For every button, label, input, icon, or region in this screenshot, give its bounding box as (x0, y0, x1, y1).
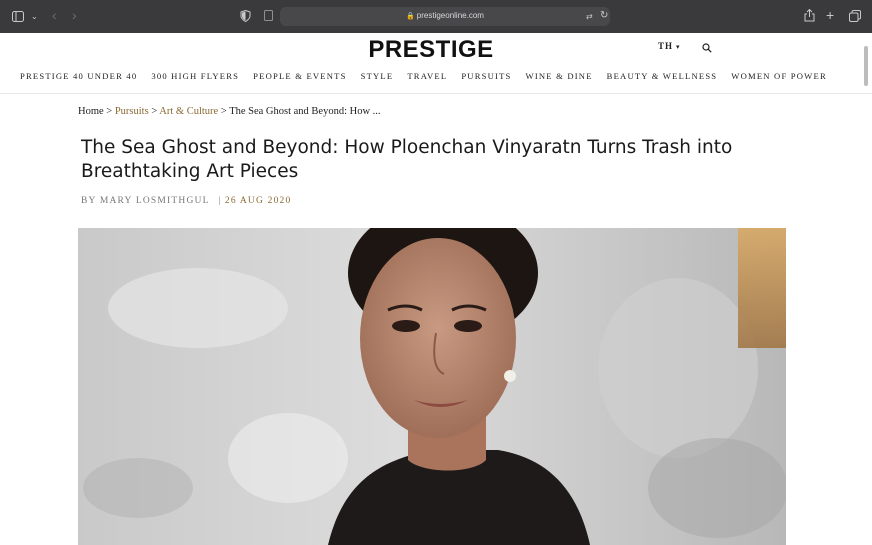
chevron-right-icon[interactable]: › (72, 8, 77, 22)
hero-image (78, 228, 786, 545)
breadcrumb-separator: > (103, 106, 115, 117)
plus-icon[interactable]: + (826, 8, 834, 22)
reload-icon[interactable]: ↻ (600, 10, 608, 22)
page-scrollbar[interactable] (864, 46, 868, 86)
nav-item-40-under-40[interactable]: PRESTIGE 40 UNDER 40 (20, 71, 137, 81)
tabs-overview-icon[interactable] (849, 10, 861, 24)
chevron-left-icon[interactable]: ‹ (52, 8, 57, 22)
nav-item-women-of-power[interactable]: WOMEN OF POWER (731, 71, 827, 81)
page-icon[interactable] (264, 10, 273, 23)
breadcrumb-current: The Sea Ghost and Beyond: How ... (229, 106, 381, 117)
breadcrumb-separator: > (148, 106, 160, 117)
article-date: 26 AUG 2020 (224, 196, 292, 206)
shield-icon[interactable] (240, 9, 251, 24)
nav-item-pursuits[interactable]: PURSUITS (461, 71, 511, 81)
nav-item-wine-dine[interactable]: WINE & DINE (526, 71, 593, 81)
breadcrumb-home[interactable]: Home (78, 106, 104, 117)
sidebar-icon[interactable] (12, 11, 24, 24)
nav-item-style[interactable]: STYLE (361, 71, 394, 81)
article-author[interactable]: BY MARY LOSMITHGUL (81, 196, 209, 206)
search-icon[interactable] (702, 40, 712, 58)
nav-item-300-high-flyers[interactable]: 300 HIGH FLYERS (151, 71, 239, 81)
lock-icon: 🔒 (406, 13, 415, 20)
breadcrumb-separator: > (218, 106, 230, 117)
site-logo[interactable]: PRESTIGE (0, 36, 862, 64)
main-nav: PRESTIGE 40 UNDER 40 300 HIGH FLYERS PEO… (20, 71, 827, 81)
site-header: PRESTIGE TH ▾ PRESTIGE 40 UNDER 40 300 HI… (0, 33, 872, 94)
share-icon[interactable] (804, 8, 815, 24)
chevron-down-icon: ▾ (676, 43, 681, 51)
chevron-down-icon[interactable]: ⌄ (31, 11, 38, 23)
url-text: prestigeonline.com (416, 11, 484, 20)
breadcrumb-art-culture[interactable]: Art & Culture (159, 106, 218, 117)
language-selector[interactable]: TH ▾ (658, 41, 681, 51)
nav-item-beauty-wellness[interactable]: BEAUTY & WELLNESS (607, 71, 718, 81)
language-label: TH (658, 41, 674, 51)
byline-separator: | (218, 196, 222, 206)
address-bar[interactable]: 🔒 prestigeonline.com ⇄ ↻ (280, 7, 610, 26)
translate-icon[interactable]: ⇄ (586, 11, 593, 23)
breadcrumb: Home > Pursuits > Art & Culture > The Se… (78, 106, 381, 117)
nav-item-people-events[interactable]: PEOPLE & EVENTS (253, 71, 346, 81)
nav-item-travel[interactable]: TRAVEL (407, 71, 447, 81)
browser-toolbar: ⌄ ‹ › 🔒 prestigeonline.com ⇄ ↻ + (0, 0, 872, 33)
article-title: The Sea Ghost and Beyond: How Ploenchan … (81, 137, 733, 182)
article-byline: BY MARY LOSMITHGUL | 26 AUG 2020 (81, 196, 291, 206)
breadcrumb-pursuits[interactable]: Pursuits (115, 106, 149, 117)
